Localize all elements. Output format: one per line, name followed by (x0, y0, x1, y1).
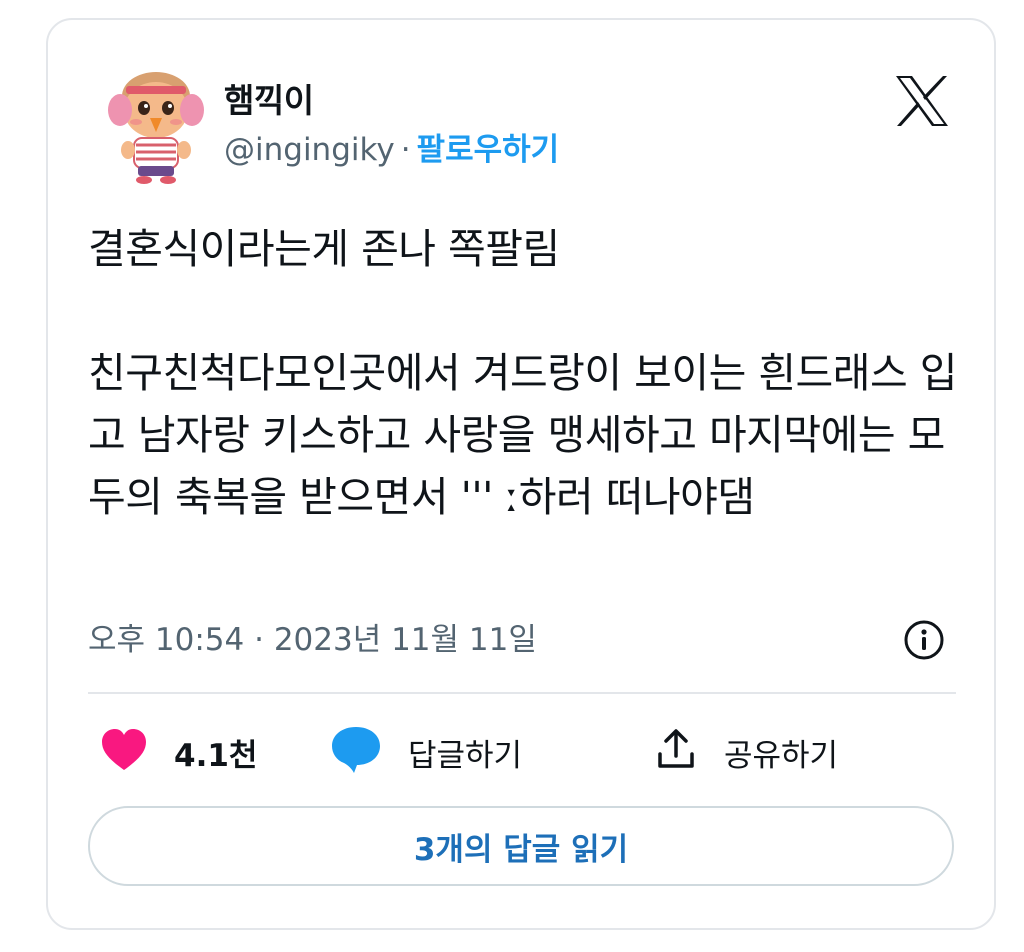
share-icon (654, 728, 698, 776)
divider (88, 692, 956, 694)
author-display-name[interactable]: 햄끽이 (224, 74, 314, 122)
like-count: 4.1천 (174, 737, 258, 774)
tweet-time: 오후 10:54 (88, 622, 245, 658)
tweet-card: 햄끽이 @ingingiky · 팔로우하기 결혼식이라는게 존나 쪽팔림 친구친척… (46, 18, 996, 930)
read-replies-button[interactable]: 3개의 답글 읽기 (88, 806, 954, 886)
reply-label: 답글하기 (408, 737, 523, 774)
handle-separator: · (400, 132, 411, 168)
speech-bubble-icon (330, 725, 382, 779)
tweet-timestamp[interactable]: 오후 10:54 · 2023년 11월 11일 (88, 614, 537, 659)
tweet-date: 2023년 11월 11일 (273, 622, 537, 658)
timestamp-separator: · (254, 622, 264, 658)
info-icon[interactable] (902, 618, 946, 662)
follow-button[interactable]: 팔로우하기 (417, 132, 560, 168)
share-label: 공유하기 (724, 737, 839, 774)
tweet-text: 결혼식이라는게 존나 쪽팔림 친구친척다모인곳에서 겨드랑이 보이는 흰드래스 … (88, 225, 957, 521)
villager-avatar-icon[interactable] (100, 46, 212, 186)
like-button[interactable]: 4.1천 (100, 724, 257, 780)
author-handle-row: @ingingiky · 팔로우하기 (224, 124, 559, 169)
share-button[interactable]: 공유하기 (654, 724, 838, 780)
action-bar: 4.1천 답글하기 공유하기 (100, 724, 960, 780)
x-logo-icon[interactable] (894, 74, 950, 128)
heart-icon (100, 728, 148, 776)
author-handle[interactable]: @ingingiky (224, 132, 395, 168)
reply-button[interactable]: 답글하기 (330, 724, 522, 780)
